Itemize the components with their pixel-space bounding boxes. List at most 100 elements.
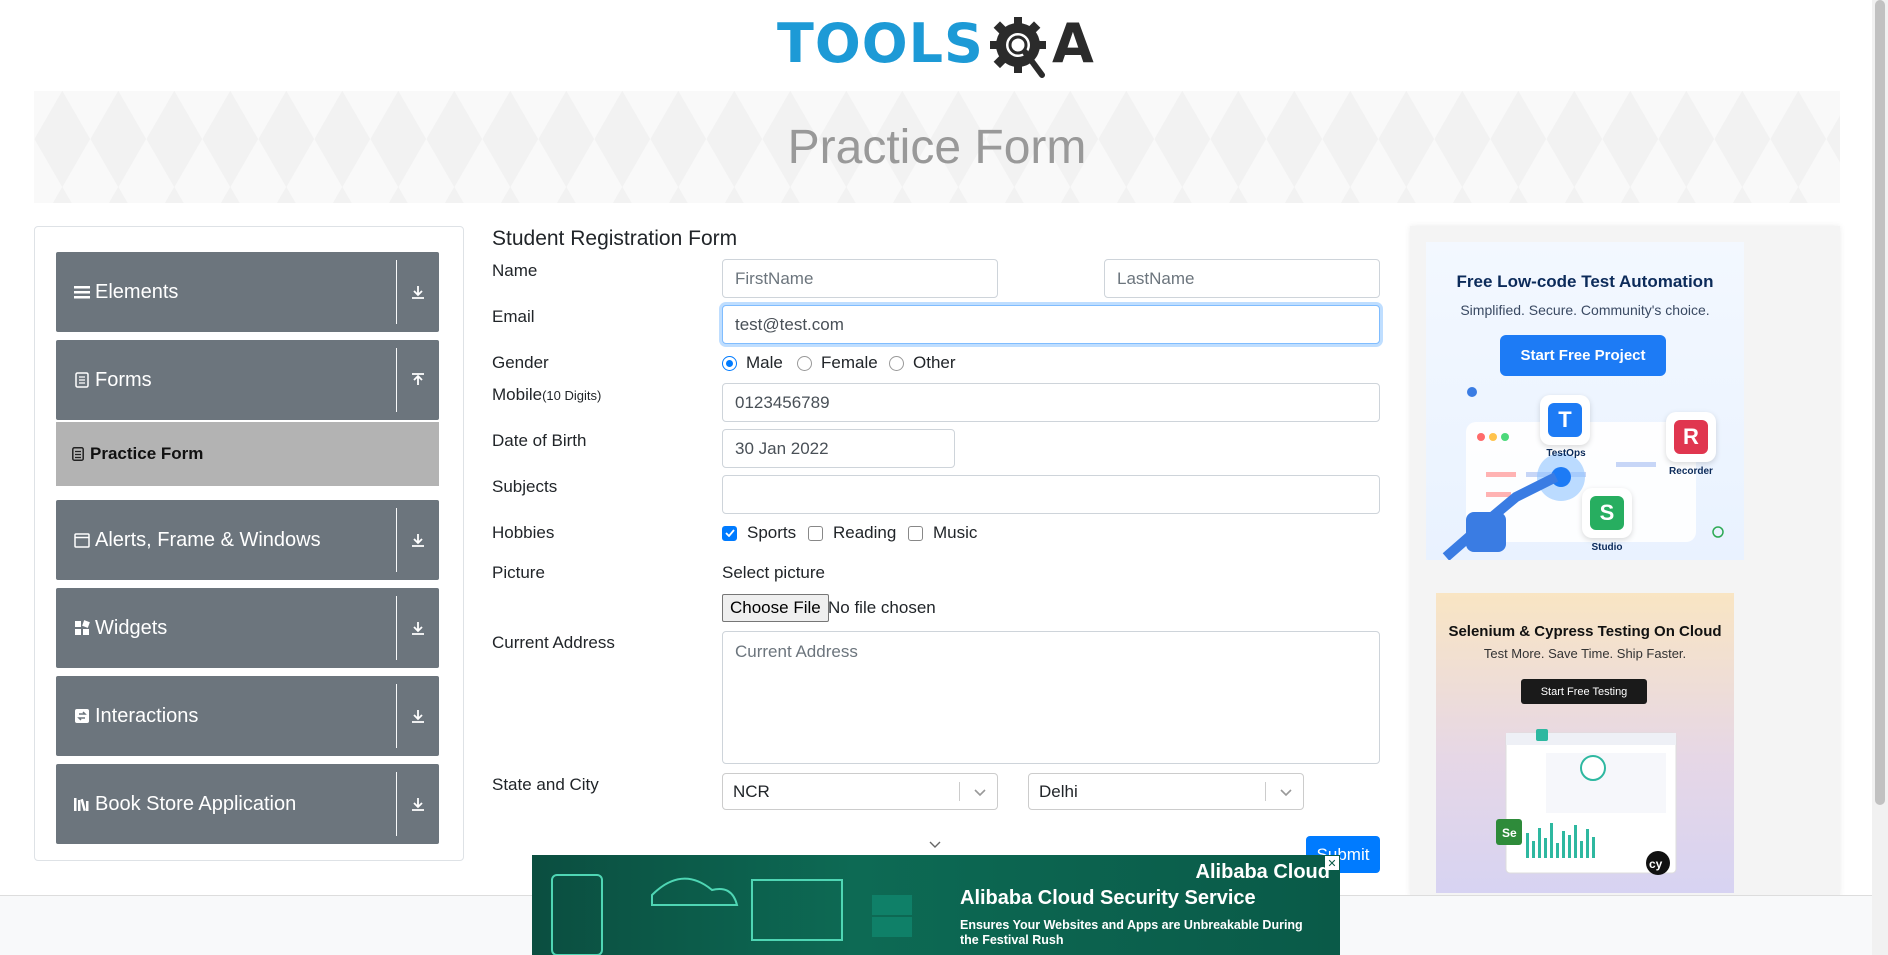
- sidebar-group-interactions[interactable]: Interactions: [56, 676, 439, 756]
- subjects-label: Subjects: [492, 477, 558, 496]
- checkbox-unchecked[interactable]: [808, 525, 823, 541]
- gender-label: Gender: [492, 353, 549, 372]
- radio-label: Female: [821, 353, 878, 372]
- sidebar-group-label: Elements: [95, 280, 179, 303]
- sidebar-group-forms[interactable]: Forms: [56, 340, 439, 420]
- sidebar-item-label: Practice Form: [90, 444, 204, 463]
- state-select[interactable]: NCR: [722, 773, 998, 810]
- form-title: Student Registration Form: [492, 227, 738, 250]
- svg-text:cy: cy: [1649, 857, 1663, 871]
- ad-subtitle: Simplified. Secure. Community's choice.: [1460, 302, 1710, 318]
- hobbies-label: Hobbies: [492, 523, 555, 542]
- page-banner: Practice Form: [34, 91, 1840, 203]
- recorder-icon: R: [1666, 412, 1716, 462]
- ad-title: Selenium & Cypress Testing On Cloud: [1448, 623, 1722, 640]
- lambdatest-ad[interactable]: Selenium & Cypress Testing On Cloud Test…: [1436, 593, 1734, 893]
- chevron-down-icon[interactable]: [1279, 774, 1293, 809]
- email-label: Email: [492, 307, 535, 326]
- radio-label: Male: [746, 353, 783, 372]
- mobile-hint: (10 Digits): [542, 388, 602, 403]
- menu-icon: [73, 283, 91, 301]
- ad-brand: Alibaba Cloud: [1195, 861, 1330, 883]
- interactions-icon: [73, 707, 91, 725]
- page-title: Practice Form: [787, 120, 1087, 174]
- form-icon: [72, 447, 84, 461]
- email-input[interactable]: [722, 305, 1380, 344]
- ad-subtitle: Test More. Save Time. Ship Faster.: [1483, 646, 1687, 661]
- window-icon: [73, 531, 91, 549]
- ad-label-testops: TestOps: [1546, 448, 1586, 459]
- widgets-icon: [73, 619, 91, 637]
- sidebar-group-bookstore[interactable]: Book Store Application: [56, 764, 439, 844]
- sidebar-group-label: Interactions: [95, 704, 199, 727]
- radio-unselected[interactable]: [797, 355, 812, 371]
- checkbox-label: Music: [933, 523, 978, 542]
- alibaba-cloud-ad[interactable]: Alibaba Cloud Alibaba Cloud Security Ser…: [532, 855, 1340, 955]
- ad-text: Ensures Your Websites and Apps are Unbre…: [960, 918, 1303, 947]
- logo-text: TOOLS: [777, 12, 984, 75]
- sidebar-group-widgets[interactable]: Widgets: [56, 588, 439, 668]
- download-arrow-icon[interactable]: [405, 500, 431, 580]
- download-arrow-icon[interactable]: [405, 252, 431, 332]
- radio-unselected[interactable]: [889, 355, 904, 371]
- city-select[interactable]: Delhi: [1028, 773, 1304, 810]
- checkbox-checked[interactable]: [722, 525, 737, 541]
- katalon-ad[interactable]: Free Low-code Test Automation Simplified…: [1426, 242, 1744, 560]
- state-value: NCR: [733, 781, 770, 801]
- logo-suffix: A: [1051, 12, 1094, 75]
- svg-text:Se: Se: [1502, 826, 1517, 840]
- city-value: Delhi: [1039, 781, 1078, 801]
- select-picture-label: Select picture: [722, 563, 825, 582]
- chevron-down-icon[interactable]: [973, 774, 987, 809]
- current-address-label: Current Address: [492, 633, 615, 652]
- checkbox-label: Reading: [833, 523, 897, 542]
- hobby-checkbox-music[interactable]: Music: [908, 523, 977, 543]
- picture-label: Picture: [492, 563, 545, 582]
- scrollbar-thumb[interactable]: [1875, 0, 1885, 805]
- mobile-input[interactable]: [722, 383, 1380, 422]
- ad-title: Free Low-code Test Automation: [1456, 272, 1714, 291]
- mobile-label: Mobile(10 Digits): [492, 385, 602, 404]
- sidebar-group-label: Alerts, Frame & Windows: [95, 528, 321, 551]
- sidebar-item-practice-form[interactable]: Practice Form: [56, 422, 439, 486]
- studio-icon: S: [1582, 488, 1632, 538]
- subjects-input[interactable]: [722, 475, 1380, 514]
- site-logo[interactable]: TOOLS A: [777, 6, 1094, 82]
- sidebar-group-label: Book Store Application: [95, 792, 297, 815]
- checkbox-unchecked[interactable]: [908, 525, 923, 541]
- upload-arrow-icon[interactable]: [405, 340, 431, 420]
- sidebar-group-elements[interactable]: Elements: [56, 252, 439, 332]
- gender-radio-male[interactable]: Male: [722, 353, 783, 373]
- last-name-input[interactable]: [1104, 259, 1380, 298]
- sidebar-group-label: Forms: [95, 368, 152, 391]
- left-sidebar: Elements Forms Practice Form Alerts, Fra…: [34, 226, 464, 861]
- ad-cloud-illustration: [551, 874, 912, 955]
- hobby-checkbox-sports[interactable]: Sports: [722, 523, 796, 543]
- testops-icon: T: [1540, 395, 1590, 445]
- sidebar-group-alerts[interactable]: Alerts, Frame & Windows: [56, 500, 439, 580]
- books-icon: [73, 795, 91, 813]
- radio-selected[interactable]: [722, 355, 737, 371]
- choose-file-button[interactable]: Choose File: [722, 594, 829, 622]
- sidebar-group-label: Widgets: [95, 616, 168, 639]
- download-arrow-icon[interactable]: [405, 764, 431, 844]
- checkbox-label: Sports: [747, 523, 797, 542]
- chevron-down-icon[interactable]: [928, 836, 942, 854]
- download-arrow-icon[interactable]: [405, 588, 431, 668]
- document-icon: [73, 371, 91, 389]
- first-name-input[interactable]: [722, 259, 998, 298]
- file-status-text: No file chosen: [828, 598, 936, 617]
- ad-dashboard-illustration: Se cy: [1496, 729, 1677, 875]
- start-free-testing-button[interactable]: Start Free Testing: [1521, 679, 1647, 704]
- gender-radio-female[interactable]: Female: [797, 353, 878, 373]
- gender-radio-other[interactable]: Other: [889, 353, 956, 373]
- start-free-project-button[interactable]: Start Free Project: [1500, 335, 1666, 376]
- ad-label-studio: Studio: [1591, 542, 1623, 553]
- hobby-checkbox-reading[interactable]: Reading: [808, 523, 896, 543]
- download-arrow-icon[interactable]: [405, 676, 431, 756]
- current-address-textarea[interactable]: [722, 631, 1380, 764]
- radio-label: Other: [913, 353, 956, 372]
- close-ad-icon[interactable]: ✕: [1325, 856, 1339, 870]
- date-of-birth-input[interactable]: [722, 429, 955, 468]
- ad-headline: Alibaba Cloud Security Service: [960, 887, 1256, 909]
